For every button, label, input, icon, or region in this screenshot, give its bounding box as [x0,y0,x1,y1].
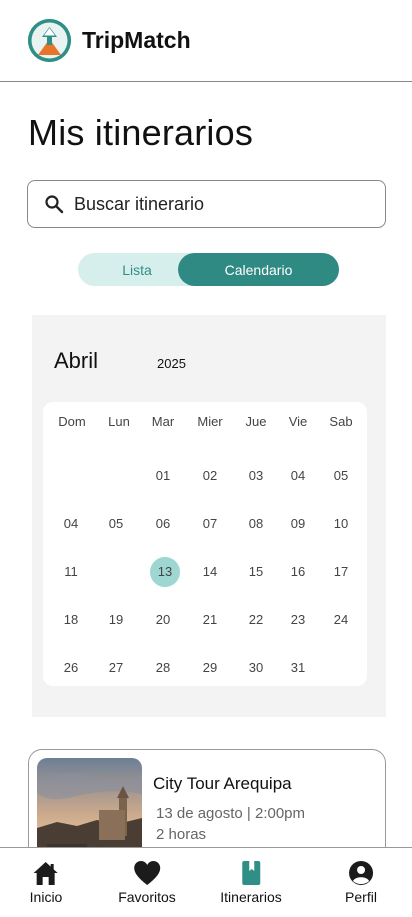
search-box[interactable] [27,180,386,228]
calendar-weekday: Mar [151,414,175,429]
calendar-day[interactable]: 31 [278,660,318,675]
nav-label-itinerarios: Itinerarios [220,889,282,905]
nav-label-perfil: Perfil [345,889,377,905]
calendar-day[interactable]: 04 [278,468,318,483]
calendar-day[interactable]: 05 [96,516,136,531]
app-logo-icon [28,19,71,62]
view-toggle: Lista Calendario [78,253,339,286]
calendar-weekday: Vie [288,414,308,429]
calendar-grid: Dom Lun Mar Mier Jue Vie Sab 01 02 03 04 05 04 05 06 07… [43,402,367,686]
nav-item-perfil[interactable]: Perfil [345,848,377,917]
app-header: TripMatch [0,0,412,82]
nav-item-itinerarios[interactable]: Itinerarios [220,848,282,917]
calendar-day[interactable]: 02 [190,468,230,483]
calendar-day[interactable]: 11 [51,564,91,579]
calendar-day[interactable]: 22 [236,612,276,627]
search-input[interactable] [74,193,354,215]
calendar-day[interactable]: 04 [51,516,91,531]
calendar-weekday: Lun [108,414,130,429]
calendar-weekday: Jue [245,414,267,429]
calendar-day[interactable]: 28 [143,660,183,675]
calendar-day[interactable]: 05 [321,468,361,483]
nav-label-favoritos: Favoritos [118,889,176,905]
page-title: Mis itinerarios [28,112,254,153]
calendar-day[interactable]: 20 [143,612,183,627]
calendar-day[interactable]: 10 [321,516,361,531]
toggle-calendar-option[interactable]: Calendario [178,253,339,286]
calendar-weekday: Dom [58,414,86,429]
calendar-day[interactable]: 09 [278,516,318,531]
bottom-nav: Inicio Favoritos Itinerarios Perfil [0,847,412,917]
itinerary-title: City Tour Arequipa [153,774,292,793]
book-icon [242,861,260,885]
nav-item-inicio[interactable]: Inicio [29,848,63,917]
calendar-year[interactable]: 2025 [157,356,186,371]
calendar-day[interactable]: 16 [278,564,318,579]
nav-item-favoritos[interactable]: Favoritos [118,848,176,917]
calendar-day[interactable]: 27 [96,660,136,675]
heart-icon [133,861,160,885]
user-icon [349,861,373,885]
calendar-day[interactable]: 29 [190,660,230,675]
app-title: TripMatch [82,27,191,53]
calendar-day[interactable]: 06 [143,516,183,531]
calendar-weekday: Mier [197,414,223,429]
calendar-weekday: Sab [329,414,353,429]
calendar-day[interactable]: 21 [190,612,230,627]
calendar-day[interactable]: 17 [321,564,361,579]
itinerary-duration: 2 horas [156,826,207,843]
nav-label-inicio: Inicio [29,889,63,905]
calendar-day[interactable]: 18 [51,612,91,627]
calendar-day[interactable]: 26 [51,660,91,675]
calendar-day[interactable]: 03 [236,468,276,483]
calendar-day[interactable]: 14 [190,564,230,579]
calendar-day[interactable]: 07 [190,516,230,531]
calendar-day[interactable]: 15 [236,564,276,579]
itinerary-date: 13 de agosto | 2:00pm [156,805,306,822]
calendar-day[interactable]: 30 [236,660,276,675]
calendar-month[interactable]: Abril [54,348,98,374]
calendar-panel: Abril 2025 Dom Lun Mar Mier Jue Vie Sab 01 02 03 0… [32,315,386,717]
calendar-day[interactable]: 19 [96,612,136,627]
calendar-day[interactable]: 24 [321,612,361,627]
calendar-day[interactable]: 23 [278,612,318,627]
home-icon [34,862,58,885]
search-icon [45,195,64,214]
calendar-day[interactable]: 08 [236,516,276,531]
calendar-day[interactable]: 13 [145,564,185,579]
calendar-day[interactable]: 01 [143,468,183,483]
